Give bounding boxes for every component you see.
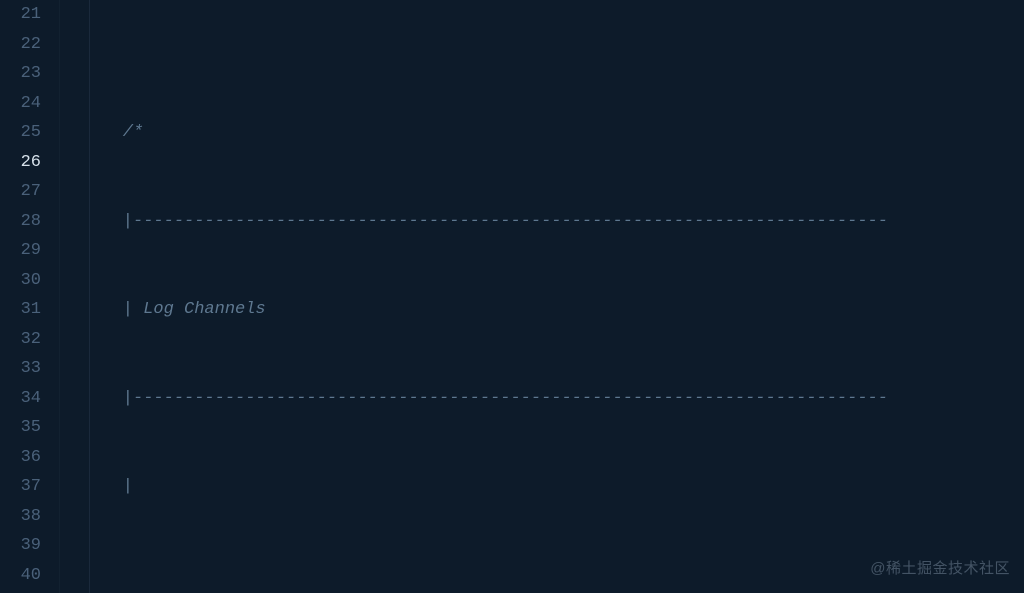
line-number: 39 (0, 531, 41, 561)
line-number: 23 (0, 59, 41, 89)
line-number: 30 (0, 266, 41, 296)
code-line[interactable]: | (82, 472, 1024, 502)
line-number: 25 (0, 118, 41, 148)
line-number: 37 (0, 472, 41, 502)
code-line[interactable]: | Log Channels (82, 295, 1024, 325)
comment-text: | Log Channels (82, 300, 266, 319)
watermark-text: @稀土掘金技术社区 (870, 554, 1010, 584)
comment-text: | (82, 477, 133, 496)
line-number: 40 (0, 561, 41, 591)
line-number: 34 (0, 384, 41, 414)
code-line[interactable]: /* (82, 118, 1024, 148)
line-number: 22 (0, 30, 41, 60)
line-number: 35 (0, 413, 41, 443)
line-number-gutter: 21 22 23 24 25 26 27 28 29 30 31 32 33 3… (0, 0, 60, 593)
comment-text: |---------------------------------------… (82, 389, 888, 408)
line-number: 32 (0, 325, 41, 355)
line-number: 31 (0, 295, 41, 325)
comment-text: /* (82, 123, 143, 142)
code-line[interactable]: |---------------------------------------… (82, 384, 1024, 414)
code-area[interactable]: /* |------------------------------------… (60, 0, 1024, 593)
line-number: 21 (0, 0, 41, 30)
line-number: 28 (0, 207, 41, 237)
line-number: 38 (0, 502, 41, 532)
line-number: 24 (0, 89, 41, 119)
line-number: 27 (0, 177, 41, 207)
line-number-current: 26 (0, 148, 41, 178)
line-number: 29 (0, 236, 41, 266)
code-editor[interactable]: 21 22 23 24 25 26 27 28 29 30 31 32 33 3… (0, 0, 1024, 593)
line-number: 36 (0, 443, 41, 473)
code-line[interactable]: |---------------------------------------… (82, 207, 1024, 237)
line-number: 33 (0, 354, 41, 384)
comment-text: |---------------------------------------… (82, 212, 888, 231)
